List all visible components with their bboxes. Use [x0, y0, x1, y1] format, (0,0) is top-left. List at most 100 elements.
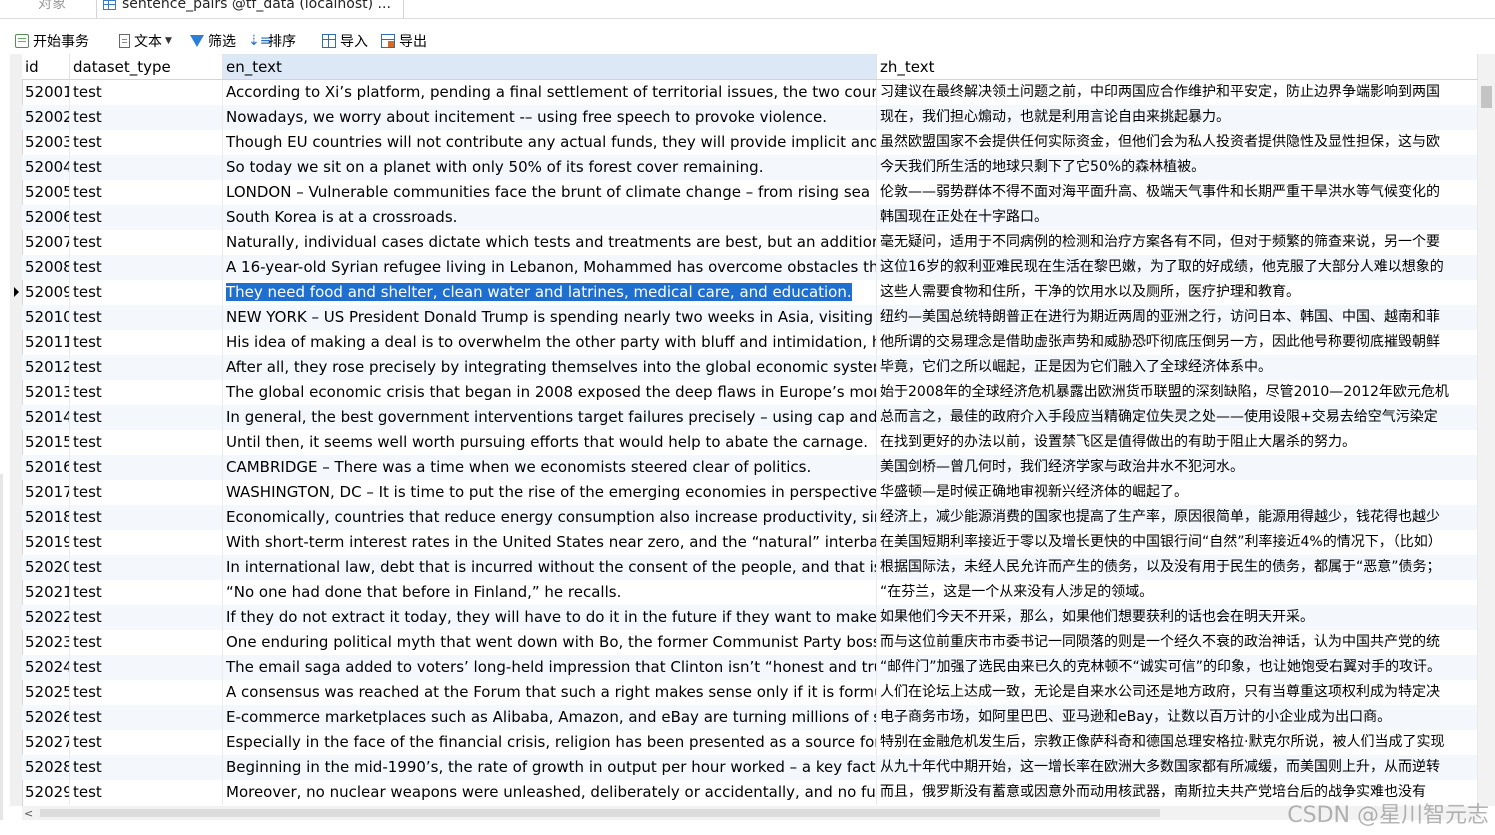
cell-id[interactable]: 52023	[22, 630, 70, 655]
cell-zh-text[interactable]: 电子商务市场，如阿里巴巴、亚马逊和eBay，让数以百万计的小企业成为出口商。	[877, 705, 1478, 730]
table-row[interactable]: 52021 test “No one had done that before in…	[22, 580, 1478, 605]
cell-id[interactable]: 52007	[22, 230, 70, 255]
cell-en-text[interactable]: A 16-year-old Syrian refugee living in L…	[223, 255, 877, 280]
cell-dataset-type[interactable]: test	[70, 205, 223, 230]
sort-button[interactable]: ⇣≡ 排序	[248, 31, 296, 51]
cell-id[interactable]: 52029	[22, 780, 70, 805]
table-row[interactable]: 52012 test After all, they rose precisely …	[22, 355, 1478, 380]
cell-zh-text[interactable]: 毕竟，它们之所以崛起，正是因为它们融入了全球经济体系中。	[877, 355, 1478, 380]
column-header-zh-text[interactable]: zh_text	[877, 54, 1478, 79]
table-row[interactable]: 52004 test So today we sit on a planet wit…	[22, 155, 1478, 180]
scroll-left-arrow-icon[interactable]: <	[24, 807, 33, 820]
cell-zh-text[interactable]: 他所谓的交易理念是借助虚张声势和威胁恐吓彻底压倒另一方，因此他号称要彻底摧毁朝鲜	[877, 330, 1478, 355]
horizontal-scroll-thumb[interactable]	[40, 809, 1160, 817]
cell-zh-text[interactable]: 韩国现在正处在十字路口。	[877, 205, 1478, 230]
cell-id[interactable]: 52021	[22, 580, 70, 605]
cell-en-text[interactable]: The global economic crisis that began in…	[223, 380, 877, 405]
cell-en-text[interactable]: According to Xi’s platform, pending a fi…	[223, 80, 877, 105]
cell-id[interactable]: 52028	[22, 755, 70, 780]
cell-id[interactable]: 52026	[22, 705, 70, 730]
cell-en-text[interactable]: One enduring political myth that went do…	[223, 630, 877, 655]
cell-dataset-type[interactable]: test	[70, 80, 223, 105]
cell-en-text[interactable]: Economically, countries that reduce ener…	[223, 505, 877, 530]
cell-id[interactable]: 52024	[22, 655, 70, 680]
cell-en-text[interactable]: “No one had done that before in Finland,…	[223, 580, 877, 605]
cell-id[interactable]: 52005	[22, 180, 70, 205]
cell-en-text[interactable]: WASHINGTON, DC – It is time to put the r…	[223, 480, 877, 505]
table-row[interactable]: 52025 test A consensus was reached at the …	[22, 680, 1478, 705]
cell-dataset-type[interactable]: test	[70, 630, 223, 655]
table-row[interactable]: 52011 test His idea of making a deal is to…	[22, 330, 1478, 355]
cell-id[interactable]: 52025	[22, 680, 70, 705]
horizontal-scrollbar[interactable]: <	[22, 806, 1478, 820]
cell-dataset-type[interactable]: test	[70, 355, 223, 380]
cell-en-text[interactable]: Until then, it seems well worth pursuing…	[223, 430, 877, 455]
table-row[interactable]: 52003 test Though EU countries will not co…	[22, 130, 1478, 155]
cell-dataset-type[interactable]: test	[70, 605, 223, 630]
cell-dataset-type[interactable]: test	[70, 130, 223, 155]
cell-en-text[interactable]: South Korea is at a crossroads.	[223, 205, 877, 230]
text-button[interactable]: 文本 ▼	[119, 31, 172, 51]
cell-en-text[interactable]: Naturally, individual cases dictate whic…	[223, 230, 877, 255]
cell-en-text[interactable]: CAMBRIDGE – There was a time when we eco…	[223, 455, 877, 480]
cell-en-text[interactable]: His idea of making a deal is to overwhel…	[223, 330, 877, 355]
tab-sentence-pairs[interactable]: sentence_pairs @tf_data (localhost) ...	[96, 0, 404, 18]
cell-zh-text[interactable]: “在芬兰，这是一个从来没有人涉足的领域。	[877, 580, 1478, 605]
cell-zh-text[interactable]: 人们在论坛上达成一致，无论是自来水公司还是地方政府，只有当尊重这项权利成为特定决	[877, 680, 1478, 705]
cell-zh-text[interactable]: 虽然欧盟国家不会提供任何实际资金，但他们会为私人投资者提供隐性及显性担保，这与欧	[877, 130, 1478, 155]
cell-zh-text[interactable]: 在找到更好的办法以前，设置禁飞区是值得做出的有助于阻止大屠杀的努力。	[877, 430, 1478, 455]
cell-id[interactable]: 52012	[22, 355, 70, 380]
table-row[interactable]: 52023 test One enduring political myth tha…	[22, 630, 1478, 655]
cell-id[interactable]: 52013	[22, 380, 70, 405]
cell-zh-text[interactable]: 总而言之，最佳的政府介入手段应当精确定位失灵之处——使用设限+交易去给空气污染定	[877, 405, 1478, 430]
cell-en-text[interactable]: Nowadays, we worry about incitement -– u…	[223, 105, 877, 130]
column-header-dataset-type[interactable]: dataset_type	[70, 54, 223, 79]
table-row[interactable]: 52002 test Nowadays, we worry about incite…	[22, 105, 1478, 130]
table-row[interactable]: 52019 test With short-term interest rates …	[22, 530, 1478, 555]
cell-zh-text[interactable]: 纽约—美国总统特朗普正在进行为期近两周的亚洲之行，访问日本、韩国、中国、越南和菲	[877, 305, 1478, 330]
cell-en-text[interactable]: Especially in the face of the financial …	[223, 730, 877, 755]
cell-dataset-type[interactable]: test	[70, 505, 223, 530]
export-button[interactable]: 导出	[381, 31, 427, 51]
table-row[interactable]: 52001 test According to Xi’s platform, pen…	[22, 80, 1478, 105]
cell-zh-text[interactable]: 根据国际法，未经人民允许而产生的债务，以及没有用于民生的债务，都属于“恶意”债务…	[877, 555, 1478, 580]
cell-zh-text[interactable]: 这些人需要食物和住所，干净的饮用水以及厕所，医疗护理和教育。	[877, 280, 1478, 305]
cell-id[interactable]: 52002	[22, 105, 70, 130]
cell-id[interactable]: 52006	[22, 205, 70, 230]
cell-en-text[interactable]: In international law, debt that is incur…	[223, 555, 877, 580]
cell-id[interactable]: 52014	[22, 405, 70, 430]
cell-dataset-type[interactable]: test	[70, 155, 223, 180]
table-row[interactable]: 52013 test The global economic crisis that…	[22, 380, 1478, 405]
cell-en-text[interactable]: So today we sit on a planet with only 50…	[223, 155, 877, 180]
cell-zh-text[interactable]: 特别在金融危机发生后，宗教正像萨科奇和德国总理安格拉·默克尔所说，被人们当成了实…	[877, 730, 1478, 755]
cell-en-text[interactable]: With short-term interest rates in the Un…	[223, 530, 877, 555]
table-row[interactable]: 52024 test The email saga added to voters’…	[22, 655, 1478, 680]
table-row[interactable]: 52017 test WASHINGTON, DC – It is time to …	[22, 480, 1478, 505]
cell-zh-text[interactable]: 伦敦——弱势群体不得不面对海平面升高、极端天气事件和长期严重干旱洪水等气候变化的	[877, 180, 1478, 205]
cell-dataset-type[interactable]: test	[70, 655, 223, 680]
cell-zh-text[interactable]: 而与这位前重庆市市委书记一同陨落的则是一个经久不衰的政治神话，认为中国共产党的统	[877, 630, 1478, 655]
cell-dataset-type[interactable]: test	[70, 430, 223, 455]
cell-id[interactable]: 52022	[22, 605, 70, 630]
cell-en-text[interactable]: They need food and shelter, clean water …	[223, 280, 877, 305]
cell-dataset-type[interactable]: test	[70, 305, 223, 330]
cell-id[interactable]: 52020	[22, 555, 70, 580]
cell-zh-text[interactable]: 今天我们所生活的地球只剩下了它50%的森林植被。	[877, 155, 1478, 180]
cell-id[interactable]: 52017	[22, 480, 70, 505]
tab-objects[interactable]: 对象	[10, 0, 92, 18]
vertical-scrollbar[interactable]	[1478, 54, 1495, 806]
cell-dataset-type[interactable]: test	[70, 755, 223, 780]
cell-zh-text[interactable]: 华盛顿—是时候正确地审视新兴经济体的崛起了。	[877, 480, 1478, 505]
cell-zh-text[interactable]: 经济上，减少能源消费的国家也提高了生产率，原因很简单，能源用得越少，钱花得也越少	[877, 505, 1478, 530]
import-button[interactable]: 导入	[322, 31, 368, 51]
table-row[interactable]: 52015 test Until then, it seems well worth…	[22, 430, 1478, 455]
cell-dataset-type[interactable]: test	[70, 105, 223, 130]
table-row[interactable]: 52014 test In general, the best government…	[22, 405, 1478, 430]
table-row[interactable]: 52020 test In international law, debt that…	[22, 555, 1478, 580]
table-row[interactable]: 52007 test Naturally, individual cases dic…	[22, 230, 1478, 255]
cell-id[interactable]: 52010	[22, 305, 70, 330]
cell-dataset-type[interactable]: test	[70, 455, 223, 480]
cell-zh-text[interactable]: 始于2008年的全球经济危机暴露出欧洲货币联盟的深刻缺陷，尽管2010—2012…	[877, 380, 1478, 405]
cell-id[interactable]: 52001	[22, 80, 70, 105]
table-row[interactable]: 52005 test LONDON – Vulnerable communities…	[22, 180, 1478, 205]
